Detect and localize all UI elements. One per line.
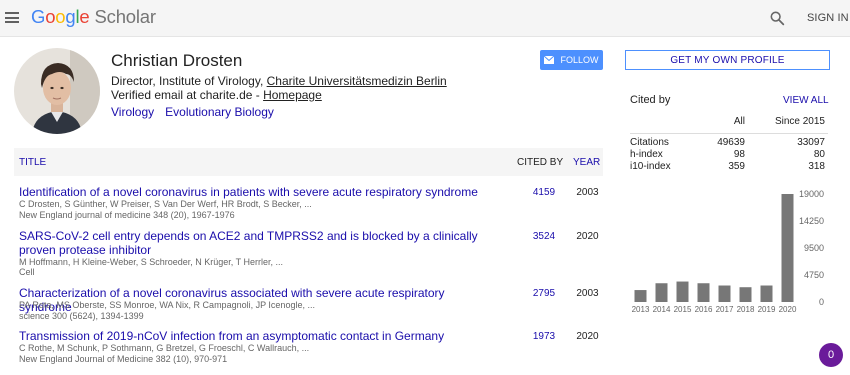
cited-by-count[interactable]: 3524 [530,231,558,242]
follow-button[interactable]: FOLLOW [540,50,603,70]
publication-year: 2020 [576,331,599,342]
stat-label: h-index [630,149,663,160]
x-tick-label: 2017 [716,305,734,314]
cited-by-count[interactable]: 4159 [530,187,558,198]
interest-evolutionary-biology[interactable]: Evolutionary Biology [165,105,274,119]
table-row: Identification of a novel coronavirus in… [14,185,603,230]
bar-2017[interactable] [718,285,731,302]
follow-label: FOLLOW [560,55,599,65]
top-bar: Google Scholar SIGN IN [0,0,850,37]
stats-row: i10-index 359 318 [630,161,828,173]
publication-venue: science 300 (5624), 1394-1399 [19,311,144,321]
profile-affiliation: Director, Institute of Virology, Charite… [111,74,447,88]
publication-title[interactable]: Transmission of 2019-nCoV infection from… [19,329,479,343]
sort-by-title[interactable]: TITLE [19,157,46,168]
envelope-icon [544,56,555,64]
stat-all: 359 [728,161,745,172]
stats-row: Citations 49639 33097 [630,137,828,149]
view-all-link[interactable]: VIEW ALL [783,95,829,106]
bar-2016[interactable] [697,283,710,302]
cited-by-heading: Cited by [630,94,671,106]
notification-badge[interactable]: 0 [819,343,843,367]
cited-by-count[interactable]: 2795 [530,288,558,299]
get-my-own-profile-button[interactable]: GET MY OWN PROFILE [625,50,830,70]
x-tick-label: 2019 [758,305,776,314]
sort-by-cited[interactable]: CITED BY [517,157,563,168]
publication-year: 2003 [576,288,599,299]
x-tick-label: 2013 [632,305,650,314]
sort-by-year[interactable]: YEAR [573,157,600,168]
stat-since: 80 [813,149,825,160]
affiliation-link[interactable]: Charite Universitätsmedizin Berlin [267,74,447,88]
menu-icon[interactable] [5,12,19,23]
stat-label: Citations [630,137,669,148]
table-row: SARS-CoV-2 cell entry depends on ACE2 an… [14,229,603,277]
google-scholar-logo[interactable]: Google Scholar [31,6,156,28]
profile-verified-email: Verified email at charite.de - Homepage [111,88,322,102]
affiliation-prefix: Director, Institute of Virology, [111,74,267,88]
stat-label: i10-index [630,161,671,172]
x-tick-label: 2016 [695,305,713,314]
interest-virology[interactable]: Virology [111,105,154,119]
citation-stats-table: All Since 2015 Citations 49639 33097 h-i… [630,116,828,173]
bar-2020[interactable] [781,194,794,302]
table-row: Characterization of a novel coronavirus … [14,286,603,331]
research-interests: Virology Evolutionary Biology [111,105,285,119]
publication-title[interactable]: SARS-CoV-2 cell entry depends on ACE2 an… [19,229,479,257]
publication-authors: C Rothe, M Schunk, P Sothmann, G Bretzel… [19,343,310,353]
stat-all: 49639 [717,137,745,148]
y-tick-label: 0 [819,297,824,307]
col-all-header: All [733,116,745,127]
publication-venue: Cell [19,267,35,277]
sign-in-link[interactable]: SIGN IN [807,12,849,24]
publication-year: 2003 [576,187,599,198]
x-tick-label: 2015 [674,305,692,314]
stat-since: 33097 [797,137,825,148]
profile-name: Christian Drosten [111,51,243,70]
verified-prefix: Verified email at charite.de - [111,88,264,102]
y-tick-label: 9500 [804,243,824,253]
col-since-header: Since 2015 [774,116,825,127]
bar-2018[interactable] [739,287,752,302]
publication-authors: M Hoffmann, H Kleine-Weber, S Schroeder,… [19,257,283,267]
cited-by-count[interactable]: 1973 [530,331,558,342]
table-row: Transmission of 2019-nCoV infection from… [14,329,603,374]
stats-row: h-index 98 80 [630,149,828,161]
publications-table-header: TITLE CITED BY YEAR [14,148,603,176]
bar-2013[interactable] [634,290,647,302]
x-tick-label: 2018 [737,305,755,314]
publication-title[interactable]: Identification of a novel coronavirus in… [19,185,479,199]
publication-authors: PA Rota, MS Oberste, SS Monroe, WA Nix, … [19,300,315,310]
publication-venue: New England Journal of Medicine 382 (10)… [19,354,228,364]
x-tick-label: 2020 [779,305,797,314]
bar-2014[interactable] [655,283,668,302]
bar-2015[interactable] [676,281,689,302]
search-icon[interactable] [769,10,785,26]
y-tick-label: 14250 [799,216,824,226]
publication-year: 2020 [576,231,599,242]
publication-authors: C Drosten, S Günther, W Preiser, S Van D… [19,199,312,209]
avatar [14,48,100,134]
bar-2019[interactable] [760,285,773,302]
y-tick-label: 19000 [799,189,824,199]
y-tick-label: 4750 [804,270,824,280]
x-tick-label: 2014 [653,305,671,314]
stat-all: 98 [733,149,745,160]
publication-venue: New England journal of medicine 348 (20)… [19,210,235,220]
stat-since: 318 [808,161,825,172]
scholar-profile-page: Google Scholar SIGN IN Christian Drosten … [0,0,850,375]
citations-per-year-chart: 2013 2014 2015 2016 2017 2018 2019 2020 19000 142… [632,189,824,314]
homepage-link[interactable]: Homepage [263,88,322,102]
